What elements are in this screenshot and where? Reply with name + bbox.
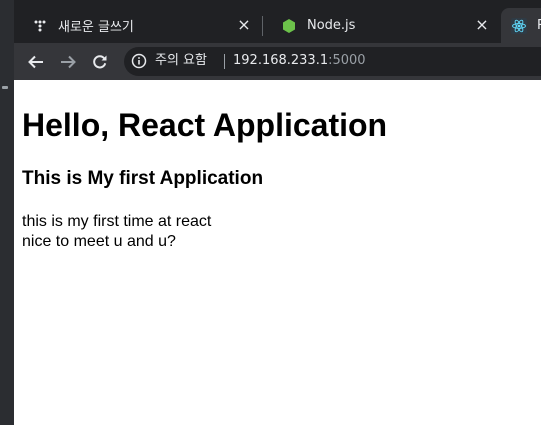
- address-bar-divider: [224, 54, 225, 69]
- body-line-1: this is my first time at react: [22, 213, 212, 230]
- url-port: :5000: [328, 53, 366, 68]
- tab-close-button[interactable]: ×: [236, 17, 252, 33]
- nodejs-icon: [281, 18, 297, 34]
- tab-new-post[interactable]: 새로운 글쓰기 ×: [14, 8, 262, 43]
- forward-arrow-icon: [61, 55, 76, 69]
- address-bar[interactable]: 주의 요함 192.168.233.1:5000: [124, 47, 541, 76]
- url-text[interactable]: 192.168.233.1:5000: [233, 52, 366, 70]
- reload-icon: [93, 55, 107, 69]
- screen: 새로운 글쓰기 × Node.js × 주의 요함 192.168.233.1:…: [0, 0, 541, 425]
- forward-button[interactable]: [54, 48, 82, 76]
- tab-strip: 새로운 글쓰기 × Node.js ×: [14, 0, 541, 43]
- back-button[interactable]: [22, 48, 50, 76]
- page-heading: Hello, React Application: [22, 107, 388, 143]
- tab-close-button[interactable]: ×: [474, 17, 490, 33]
- back-arrow-icon: [28, 55, 43, 69]
- tab-react-app[interactable]: R: [501, 8, 541, 43]
- edge-marker: [2, 86, 8, 89]
- security-warning-text[interactable]: 주의 요함: [155, 52, 207, 70]
- browser-window: 새로운 글쓰기 × Node.js × 주의 요함 192.168.233.1:…: [14, 0, 541, 425]
- info-icon[interactable]: [131, 53, 147, 69]
- react-icon: [511, 17, 527, 34]
- left-window-edge: [0, 0, 14, 425]
- body-line-2: nice to meet u and u?: [22, 233, 176, 250]
- tab-title: 새로운 글쓰기: [58, 20, 134, 35]
- url-host: 192.168.233.1: [233, 53, 329, 68]
- tistory-icon: [32, 18, 48, 34]
- page-content: Hello, React Application This is My firs…: [14, 80, 541, 425]
- browser-toolbar: 주의 요함 192.168.233.1:5000: [14, 43, 541, 80]
- tab-nodejs[interactable]: Node.js ×: [263, 8, 500, 43]
- tab-title: Node.js: [307, 18, 356, 33]
- page-subheading: This is My first Application: [22, 168, 264, 189]
- tab-title: R: [537, 18, 541, 33]
- reload-button[interactable]: [86, 48, 114, 76]
